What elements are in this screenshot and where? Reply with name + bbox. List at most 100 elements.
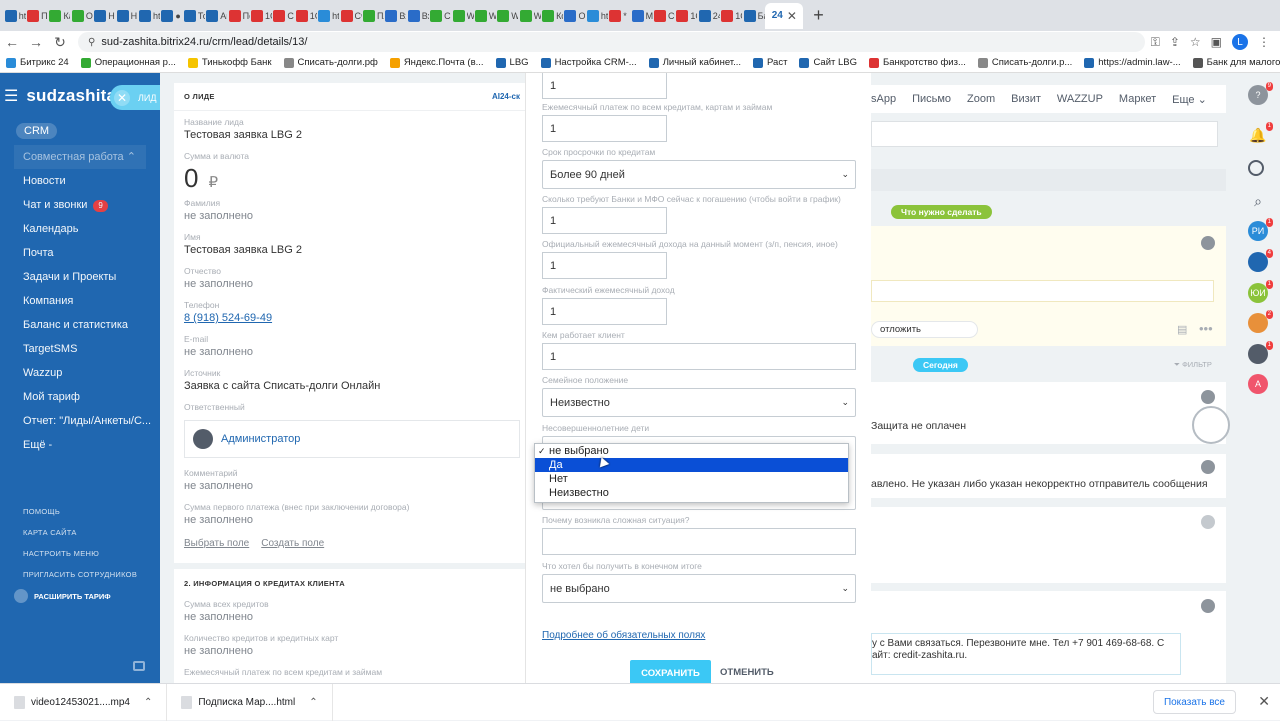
browser-tab[interactable]: ht xyxy=(586,3,608,29)
lead-slider-chip[interactable]: ✕ ЛИД xyxy=(110,85,160,110)
browser-tab[interactable]: 1С xyxy=(250,3,272,29)
browser-tab[interactable]: W xyxy=(497,3,519,29)
actual-income-input[interactable]: 1 xyxy=(542,298,667,325)
help-icon[interactable]: ? 9 xyxy=(1248,82,1273,105)
middlename-value[interactable]: не заполнено xyxy=(184,278,520,294)
chevron-up-icon[interactable]: ⌃ xyxy=(144,697,152,708)
timeline-filter-link[interactable]: ⏷ ФИЛЬТР xyxy=(1174,360,1212,370)
browser-tab[interactable]: ht xyxy=(317,3,339,29)
source-value[interactable]: Заявка с сайта Списать-долги Онлайн xyxy=(184,380,520,396)
activity-tab[interactable]: Письмо xyxy=(912,93,951,105)
sidebar-item[interactable]: Новости xyxy=(0,169,160,193)
browser-tab[interactable]: Н xyxy=(116,3,138,29)
share-icon[interactable]: ⇪ xyxy=(1170,35,1180,49)
bookmark-item[interactable]: Сайт LBG xyxy=(799,57,857,68)
portal-logo[interactable]: sudzashita xyxy=(26,86,116,106)
bookmark-item[interactable]: Тинькофф Банк xyxy=(187,57,272,68)
note-icon[interactable]: ▤ xyxy=(1177,323,1187,336)
sidebar-item[interactable]: Календарь xyxy=(0,217,160,241)
reload-icon[interactable]: ↻ xyxy=(48,34,72,51)
browser-tab[interactable]: М xyxy=(631,3,653,29)
bookmark-item[interactable]: Операционная р... xyxy=(80,57,176,68)
sidebar-item[interactable]: Wazzup xyxy=(0,361,160,385)
browser-tab[interactable]: От xyxy=(71,3,93,29)
browser-tab[interactable]: Сч xyxy=(340,3,362,29)
browser-tab[interactable]: Сч xyxy=(273,3,295,29)
firstname-value[interactable]: Тестовая заявка LBG 2 xyxy=(184,244,520,260)
sidebar-item[interactable]: TargetSMS xyxy=(0,337,160,361)
job-input[interactable]: 1 xyxy=(542,343,856,370)
activity-tab[interactable]: sApp xyxy=(871,93,896,105)
sidepanel-icon[interactable]: ▣ xyxy=(1211,35,1222,49)
activity-tab[interactable]: Маркет xyxy=(1119,93,1156,105)
browser-tab[interactable]: ● xyxy=(161,3,183,29)
sidebar-item[interactable]: Баланс и статистика xyxy=(0,313,160,337)
browser-tab[interactable]: 1С xyxy=(721,3,743,29)
browser-tab[interactable]: Ав xyxy=(206,3,228,29)
url-field[interactable]: ⚲ sud-zashita.bitrix24.ru/crm/lead/detai… xyxy=(78,32,1145,52)
responsible-person[interactable]: Администратор xyxy=(184,420,520,458)
sidebar-item[interactable]: Чат и звонки 9 xyxy=(0,193,160,217)
contact-avatar[interactable]: ЮИ 1 xyxy=(1248,280,1273,303)
dropdown-option[interactable]: Нет xyxy=(535,472,848,486)
timeline-entry[interactable]: авлено. Не указан либо указан некорректн… xyxy=(871,454,1226,498)
sidebar-utility-link[interactable]: ПРИГЛАСИТЬ СОТРУДНИКОВ xyxy=(0,564,160,585)
sidebar-item[interactable]: Почта xyxy=(0,241,160,265)
profile-avatar[interactable]: L xyxy=(1232,34,1248,50)
contact-avatar[interactable]: 2 xyxy=(1248,310,1273,333)
banks-amount-input[interactable]: 1 xyxy=(542,207,667,234)
activity-tab[interactable]: WAZZUP xyxy=(1057,93,1103,105)
reason-input[interactable] xyxy=(542,528,856,555)
contact-avatar[interactable]: 1 xyxy=(1248,341,1273,364)
browser-tab[interactable]: W xyxy=(452,3,474,29)
more-dots-icon[interactable]: ••• xyxy=(1199,321,1213,336)
bookmark-item[interactable]: Списать-долги.рф xyxy=(283,57,378,68)
close-icon[interactable]: ✕ xyxy=(114,89,130,106)
select-field-link[interactable]: Выбрать поле xyxy=(184,538,249,549)
timeline-entry[interactable] xyxy=(871,507,1226,583)
browser-tab[interactable]: * xyxy=(609,3,631,29)
comment-value[interactable]: не заполнено xyxy=(184,480,520,496)
lastname-value[interactable]: не заполнено xyxy=(184,210,520,226)
browser-tab[interactable]: ht xyxy=(4,3,26,29)
dropdown-option[interactable]: Да xyxy=(535,458,848,472)
browser-tab[interactable]: Пл xyxy=(362,3,384,29)
bookmark-item[interactable]: Яндекс.Почта (в... xyxy=(389,57,484,68)
browser-tab[interactable]: Сч xyxy=(653,3,675,29)
search-icon[interactable]: ⌕ xyxy=(1248,191,1268,211)
sidebar-utility-link[interactable]: НАСТРОИТЬ МЕНЮ xyxy=(0,543,160,564)
menu-burger-icon[interactable]: ☰ xyxy=(4,86,18,106)
active-browser-tab[interactable]: 24 ✕ xyxy=(765,2,804,29)
timeline-entry[interactable]: Защита не оплачен xyxy=(871,382,1226,444)
sidebar-item[interactable]: Ещё - xyxy=(0,433,160,457)
browser-tab[interactable]: Пс xyxy=(228,3,250,29)
task-status-ring[interactable] xyxy=(1192,406,1230,444)
browser-tab[interactable]: Ка xyxy=(49,3,71,29)
bell-icon[interactable]: 🔔 1 xyxy=(1248,122,1273,145)
upgrade-plan-button[interactable]: РАСШИРИТЬ ТАРИФ xyxy=(14,589,160,603)
browser-tab[interactable]: Кс xyxy=(541,3,563,29)
responsible-name[interactable]: Администратор xyxy=(221,433,300,445)
family-status-select[interactable]: Неизвестно ⌄ xyxy=(542,388,856,417)
bookmark-item[interactable]: Банкротство физ... xyxy=(869,57,966,68)
official-income-input[interactable]: 1 xyxy=(542,252,667,279)
goal-select[interactable]: не выбрано ⌄ xyxy=(542,574,856,603)
credits-total-value[interactable]: не заполнено xyxy=(184,611,520,627)
browser-tab[interactable]: W xyxy=(519,3,541,29)
star-icon[interactable]: ☆ xyxy=(1190,35,1201,49)
email-value[interactable]: не заполнено xyxy=(184,346,520,362)
key-icon[interactable]: ⚿ xyxy=(1151,35,1160,50)
required-fields-help-link[interactable]: Подробнее об обязательных полях xyxy=(542,630,705,641)
monthly-payment-input[interactable]: 1 xyxy=(542,115,667,142)
activity-tab[interactable]: Zoom xyxy=(967,93,995,105)
contact-avatar[interactable]: А xyxy=(1248,374,1268,394)
contact-avatar[interactable]: 4 xyxy=(1248,249,1273,272)
sidebar-utility-link[interactable]: ПОМОЩЬ xyxy=(0,501,160,522)
overdue-select[interactable]: Более 90 дней ⌄ xyxy=(542,160,856,189)
menu-icon[interactable]: ⋮ xyxy=(1258,35,1270,49)
crm-tag[interactable]: CRM xyxy=(16,123,58,139)
sidebar-item[interactable]: Совместная работа ⌃ xyxy=(14,145,146,169)
first-payment-value[interactable]: не заполнено xyxy=(184,514,520,530)
bookmark-item[interactable]: Битрикс 24 xyxy=(6,57,69,68)
defer-button[interactable]: отложить xyxy=(871,321,978,338)
